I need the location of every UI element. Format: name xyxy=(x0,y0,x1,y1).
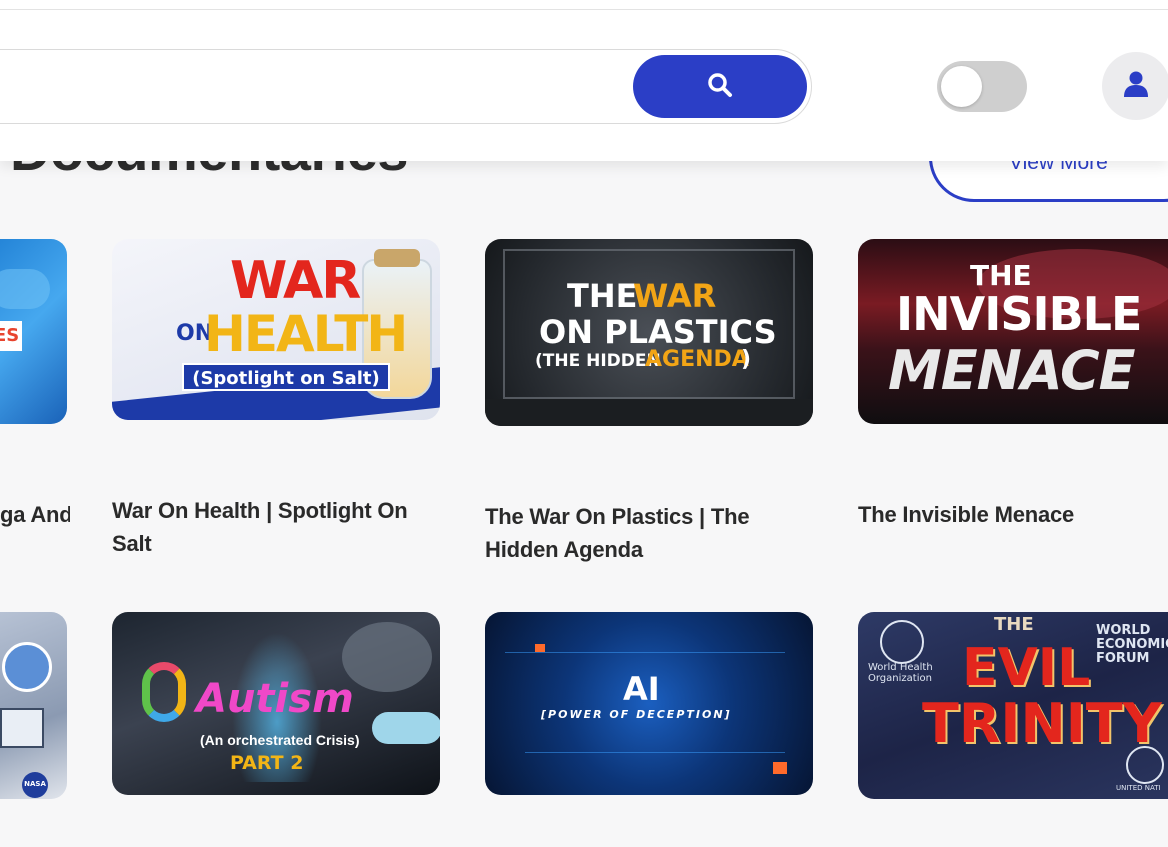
video-thumbnail[interactable]: World Health Organization WORLD ECONOMIC… xyxy=(858,612,1168,799)
thumbnail-text: AI xyxy=(623,670,660,708)
search-icon xyxy=(707,72,733,102)
video-thumbnail[interactable]: ES xyxy=(0,239,67,424)
video-title[interactable]: War On Health | Spotlight On Salt xyxy=(112,494,432,560)
video-thumbnail[interactable]: NASA xyxy=(0,612,67,799)
thumbnail-text: PART 2 xyxy=(230,752,304,774)
thumbnail-text: TRINITY xyxy=(922,692,1162,755)
user-icon xyxy=(1123,70,1149,102)
video-title[interactable]: ga And xyxy=(0,498,70,531)
thumbnail-text: Autism xyxy=(196,676,354,722)
thumbnail-text: NASA xyxy=(24,780,46,788)
thumbnail-text: ES xyxy=(0,325,20,346)
header-divider xyxy=(0,9,1168,10)
thumbnail-text: EVIL xyxy=(962,638,1091,698)
thumbnail-text: UNITED NATI xyxy=(1116,784,1161,792)
video-thumbnail[interactable]: THE INVISIBLE MENACE xyxy=(858,239,1168,424)
video-title[interactable]: The War On Plastics | The Hidden Agenda xyxy=(485,500,825,566)
top-header xyxy=(0,0,1168,161)
video-thumbnail[interactable]: Autism (An orchestrated Crisis) PART 2 xyxy=(112,612,440,795)
video-title[interactable]: The Invisible Menace xyxy=(858,498,1168,531)
video-thumbnail[interactable]: WAR ON HEALTH (Spotlight on Salt) xyxy=(112,239,440,420)
thumbnail-text: MENACE xyxy=(888,339,1135,402)
search-button[interactable] xyxy=(633,55,807,118)
thumbnail-text: World Health Organization xyxy=(868,662,933,684)
thumbnail-text: THE xyxy=(567,277,638,315)
search-input[interactable] xyxy=(21,68,581,106)
thumbnail-text: (THE HIDDEN xyxy=(535,351,661,371)
theme-toggle[interactable] xyxy=(937,61,1027,112)
thumbnail-text: HEALTH xyxy=(204,305,408,363)
thumbnail-text: ) xyxy=(741,347,752,372)
thumbnail-text: ON PLASTICS xyxy=(539,313,777,351)
thumbnail-text: (Spotlight on Salt) xyxy=(182,363,390,391)
thumbnail-text: WORLD ECONOMIC FORUM xyxy=(1096,623,1168,666)
video-thumbnail[interactable]: AI [POWER OF DECEPTION] xyxy=(485,612,813,795)
thumbnail-text: THE xyxy=(994,614,1034,635)
thumbnail-text: INVISIBLE xyxy=(896,287,1142,341)
thumbnail-text: AGENDA xyxy=(645,347,749,372)
thumbnail-text: (An orchestrated Crisis) xyxy=(200,732,360,748)
thumbnail-text: WAR xyxy=(633,277,717,315)
profile-button[interactable] xyxy=(1102,52,1168,120)
toggle-knob xyxy=(941,66,982,107)
thumbnail-text: [POWER OF DECEPTION] xyxy=(541,708,732,721)
thumbnail-text: WAR xyxy=(230,251,361,311)
video-thumbnail[interactable]: THE WAR ON PLASTICS (THE HIDDEN AGENDA ) xyxy=(485,239,813,426)
